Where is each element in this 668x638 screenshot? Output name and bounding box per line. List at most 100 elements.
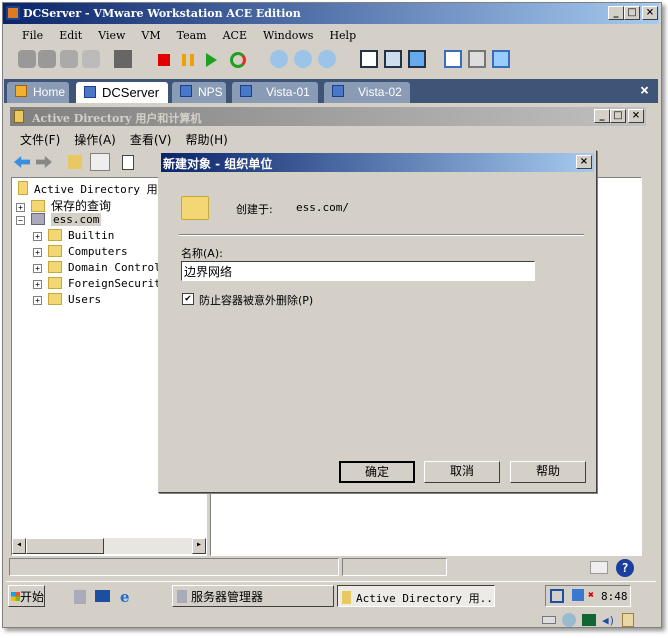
cdrom-icon[interactable] xyxy=(562,613,576,627)
preferences-icon[interactable] xyxy=(444,50,462,68)
cancel-button[interactable]: 取消 xyxy=(424,461,500,483)
network-icon[interactable] xyxy=(572,589,584,601)
volume-muted-icon[interactable]: ✖ xyxy=(588,590,594,601)
take-snapshot-icon[interactable] xyxy=(270,50,288,68)
vmware-tools-icon[interactable] xyxy=(550,589,564,603)
protect-label[interactable]: 防止容器被意外删除(P) xyxy=(199,292,313,308)
help-button[interactable]: 帮助 xyxy=(510,461,586,483)
snapshot-manager-icon[interactable] xyxy=(318,50,336,68)
minimize-button[interactable]: _ xyxy=(608,6,624,20)
pause-icon[interactable] xyxy=(182,54,194,66)
name-label: 名称(A): xyxy=(181,247,223,260)
network-adapter-icon[interactable] xyxy=(582,614,596,626)
sidebar-icon[interactable] xyxy=(360,50,378,68)
expand-icon[interactable]: + xyxy=(16,203,25,212)
revert-snapshot-icon[interactable] xyxy=(294,50,312,68)
dialog-title-bar: 新建对象 - 组织单位 × xyxy=(161,153,594,172)
ad-window-title-bar: Active Directory 用户和计算机 _ □ × xyxy=(10,107,646,126)
console-view-icon[interactable] xyxy=(468,50,486,68)
ad-menu-help[interactable]: 帮助(H) xyxy=(185,133,227,147)
tab-nps[interactable]: NPS xyxy=(172,82,226,103)
collapse-icon[interactable]: − xyxy=(16,216,25,225)
toolbar xyxy=(14,50,524,72)
status-field xyxy=(342,558,447,576)
menu-bar: File Edit View VM Team ACE Windows Help xyxy=(22,29,372,42)
ou-icon xyxy=(48,261,62,273)
menu-team[interactable]: Team xyxy=(177,29,207,42)
play-icon[interactable] xyxy=(206,53,217,67)
created-in-label: 创建于: xyxy=(236,203,273,216)
ad-menu-file[interactable]: 文件(F) xyxy=(20,133,60,147)
start-button[interactable]: 开始 xyxy=(8,585,45,607)
protect-checkbox[interactable]: ✔ xyxy=(182,293,194,305)
console-icon[interactable] xyxy=(114,50,132,68)
menu-help[interactable]: Help xyxy=(329,29,356,42)
hdd-icon[interactable] xyxy=(542,616,556,624)
tab-vista-02[interactable]: Vista-02 xyxy=(324,82,410,103)
expand-icon[interactable]: + xyxy=(33,264,42,273)
taskbar-item-ad[interactable]: Active Directory 用... xyxy=(337,585,495,607)
close-button[interactable]: × xyxy=(642,6,658,20)
sound-icon[interactable]: ◀) xyxy=(602,614,616,627)
ad-minimize-button[interactable]: _ xyxy=(594,109,610,123)
tabs-view-icon[interactable] xyxy=(492,50,510,68)
ad-close-button[interactable]: × xyxy=(628,109,644,123)
disk-icon[interactable] xyxy=(60,50,78,68)
show-desktop-icon[interactable] xyxy=(95,590,110,602)
expand-icon[interactable]: + xyxy=(33,280,42,289)
stop-icon[interactable] xyxy=(158,54,170,66)
snapshot2-icon[interactable] xyxy=(38,50,56,68)
close-tab-icon[interactable]: × xyxy=(640,81,649,99)
menu-edit[interactable]: Edit xyxy=(59,29,82,42)
reset-icon[interactable] xyxy=(230,52,246,68)
name-input[interactable]: 边界网络 xyxy=(181,261,535,281)
tab-vista-01[interactable]: Vista-01 xyxy=(232,82,318,103)
back-icon[interactable] xyxy=(14,156,30,168)
ad-menu-bar: 文件(F) 操作(A) 查看(V) 帮助(H) xyxy=(20,131,228,148)
fullscreen-icon[interactable] xyxy=(384,50,402,68)
expand-icon[interactable]: + xyxy=(33,296,42,305)
ad-menu-action[interactable]: 操作(A) xyxy=(74,133,116,147)
usb-icon[interactable] xyxy=(82,50,100,68)
keyboard-icon[interactable] xyxy=(590,561,608,574)
expand-icon[interactable]: + xyxy=(33,232,42,241)
message-icon[interactable] xyxy=(622,613,634,627)
help-icon[interactable]: ? xyxy=(616,559,634,577)
menu-file[interactable]: File xyxy=(22,29,43,42)
ou-folder-icon xyxy=(181,196,209,220)
quickswitch-icon[interactable] xyxy=(408,50,426,68)
menu-ace[interactable]: ACE xyxy=(223,29,247,42)
domain-icon xyxy=(31,213,45,225)
server-manager-quicklaunch-icon[interactable] xyxy=(74,590,86,604)
clipboard-icon[interactable] xyxy=(122,155,134,170)
ad-menu-view[interactable]: 查看(V) xyxy=(130,133,172,147)
menu-view[interactable]: View xyxy=(98,29,125,42)
show-hide-tree-icon[interactable] xyxy=(90,153,110,171)
ad-maximize-button[interactable]: □ xyxy=(610,109,626,123)
dialog-close-button[interactable]: × xyxy=(576,155,592,169)
snapshot-icon[interactable] xyxy=(18,50,36,68)
menu-vm[interactable]: VM xyxy=(141,29,160,42)
tree-label: ess.com xyxy=(51,213,102,226)
ad-icon xyxy=(342,591,351,604)
scroll-left-button[interactable]: ◂ xyxy=(12,538,26,554)
horizontal-scrollbar[interactable]: ◂ ▸ xyxy=(12,538,206,554)
up-level-icon[interactable] xyxy=(68,155,82,169)
tab-dcserver[interactable]: DCServer xyxy=(76,82,168,103)
vm-icon xyxy=(240,85,252,97)
scroll-right-button[interactable]: ▸ xyxy=(192,538,206,554)
ok-button[interactable]: 确定 xyxy=(339,461,415,483)
forward-icon[interactable] xyxy=(36,156,52,168)
taskbar-item-label: 服务器管理器 xyxy=(191,590,264,604)
maximize-button[interactable]: □ xyxy=(624,6,640,20)
scroll-thumb[interactable] xyxy=(26,538,104,554)
tab-home[interactable]: Home xyxy=(7,82,69,103)
taskbar-item-server-manager[interactable]: 服务器管理器 xyxy=(172,585,334,607)
ad-status-bar xyxy=(9,558,629,578)
menu-windows[interactable]: Windows xyxy=(263,29,313,42)
expand-icon[interactable]: + xyxy=(33,248,42,257)
home-icon xyxy=(15,85,27,97)
tab-label: Vista-01 xyxy=(266,85,310,99)
ie-icon[interactable]: e xyxy=(120,588,130,606)
tree-label: Computers xyxy=(68,245,128,258)
